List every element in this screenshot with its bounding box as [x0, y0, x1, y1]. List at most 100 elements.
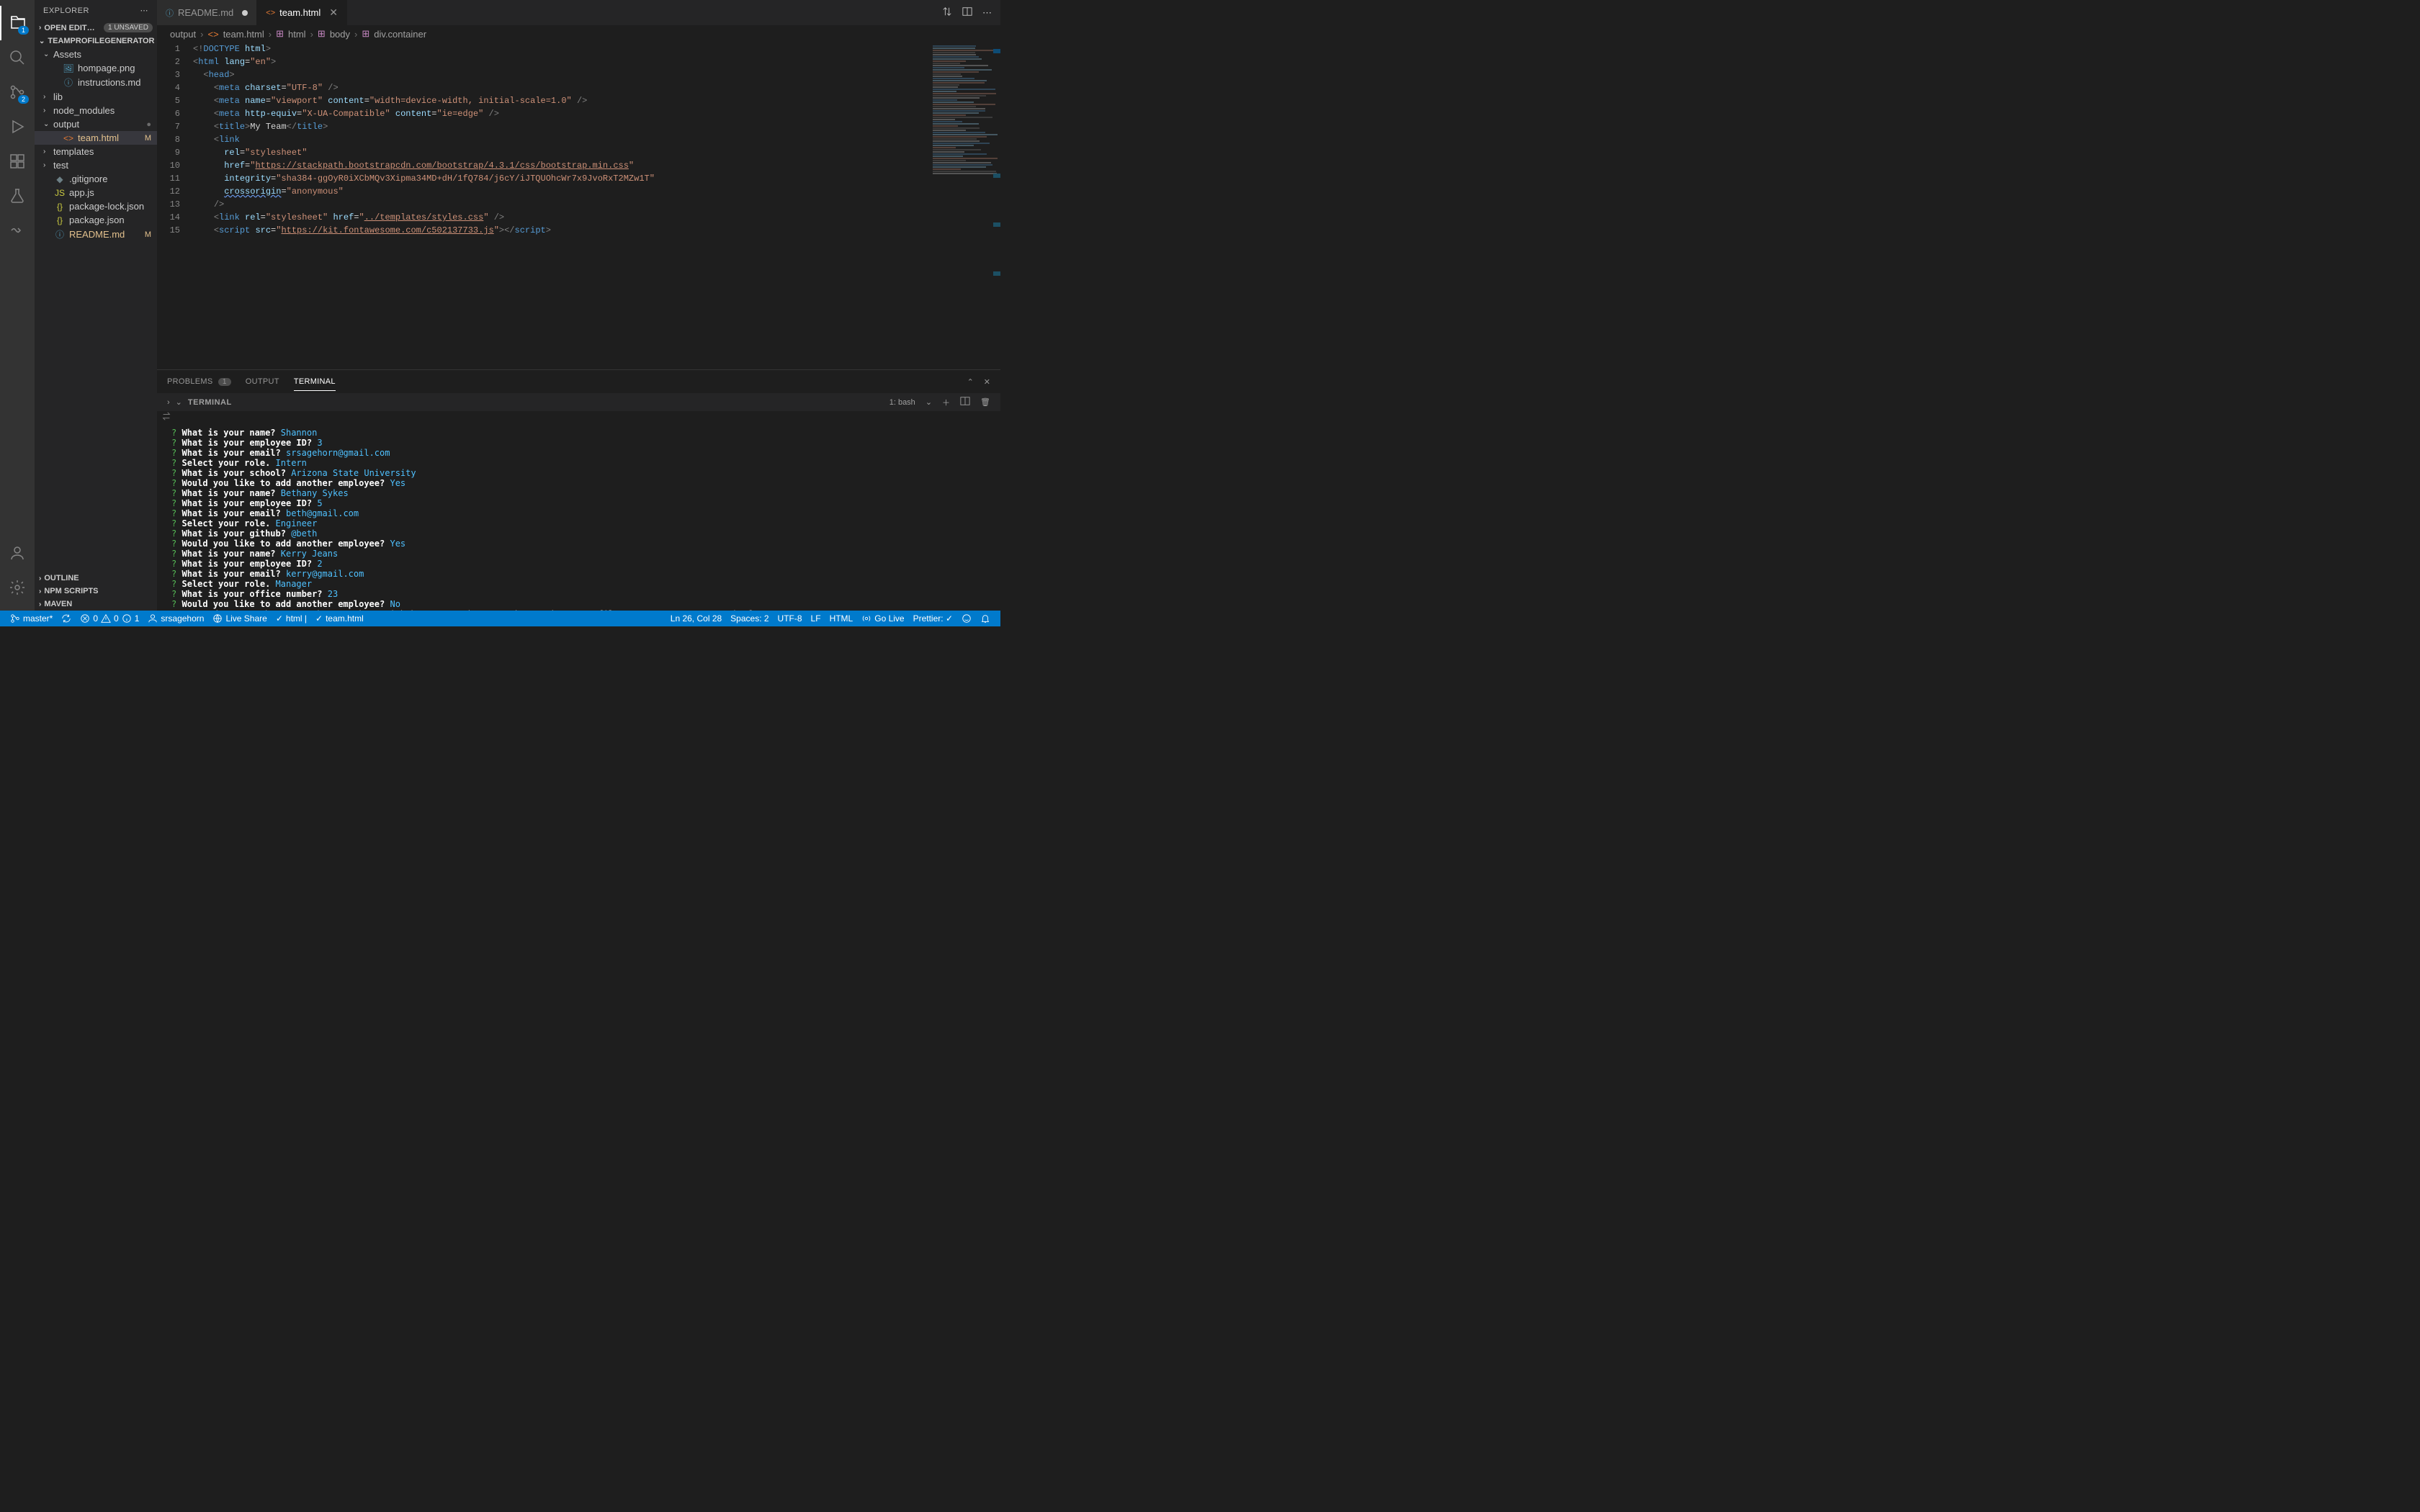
panel-maximize-icon[interactable]: ⌃ — [967, 377, 974, 387]
new-terminal-icon[interactable]: ＋ — [942, 397, 950, 408]
account-icon[interactable] — [0, 536, 35, 570]
feedback-icon[interactable] — [957, 613, 976, 624]
git-status: M — [145, 134, 151, 143]
tab-problems[interactable]: PROBLEMS 1 — [167, 373, 231, 390]
file-item[interactable]: <>team.htmlM — [35, 131, 157, 145]
chevron-right-icon: › — [39, 588, 41, 595]
split-terminal-icon[interactable] — [960, 396, 970, 408]
open-editors-label: OPEN EDIT… — [44, 24, 94, 32]
folder-item[interactable]: ›lib — [35, 90, 157, 104]
editor-tabs: ⓘREADME.md<>team.html✕ ⋯ — [157, 0, 1000, 25]
outline-header[interactable]: › OUTLINE — [35, 572, 157, 585]
chevron-right-icon: › — [43, 107, 53, 114]
panel-close-icon[interactable]: ✕ — [984, 377, 990, 387]
check-html[interactable]: ✓ html | — [272, 611, 311, 626]
live-share-label: Live Share — [225, 613, 266, 624]
split-icon[interactable] — [962, 6, 972, 19]
close-icon[interactable]: ✕ — [329, 6, 338, 19]
tree-label: node_modules — [53, 105, 115, 116]
more-icon[interactable]: ⋯ — [982, 7, 992, 19]
chevron-down-icon: ⌄ — [43, 120, 53, 128]
activity-bar: 1 2 — [0, 0, 35, 611]
crumb[interactable]: output — [170, 29, 196, 40]
crumb[interactable]: team.html — [223, 29, 264, 40]
language-mode[interactable]: HTML — [825, 613, 858, 624]
user-indicator[interactable]: srsagehorn — [143, 611, 208, 626]
file-item[interactable]: ◆.gitignore — [35, 172, 157, 186]
go-live[interactable]: Go Live — [857, 613, 908, 624]
app-root: 1 2 — [0, 0, 1000, 626]
tab-output[interactable]: OUTPUT — [246, 373, 279, 390]
bottom-panel: PROBLEMS 1 OUTPUT TERMINAL ⌃ ✕ › ⌄ TERMI… — [157, 369, 1000, 611]
file-item[interactable]: 🖼hompage.png — [35, 61, 157, 75]
settings-icon[interactable] — [0, 570, 35, 605]
diagnostics[interactable]: 0 0 1 — [76, 611, 143, 626]
chevron-down-icon[interactable]: ⌄ — [926, 397, 932, 407]
tree-label: Assets — [53, 49, 81, 60]
swap-icon[interactable] — [161, 411, 171, 421]
chevron-right-icon: › — [310, 29, 313, 40]
breadcrumb[interactable]: output › <> team.html › ⊞ html › ⊞ body … — [157, 25, 1000, 42]
search-icon[interactable] — [0, 40, 35, 75]
tree-label: app.js — [69, 187, 94, 198]
terminal-header: › ⌄ TERMINAL 1: bash ⌄ ＋ 🗑 — [157, 393, 1000, 411]
editor-tab[interactable]: <>team.html✕ — [257, 0, 347, 25]
npm-scripts-header[interactable]: › NPM SCRIPTS — [35, 585, 157, 598]
panel-tabs: PROBLEMS 1 OUTPUT TERMINAL ⌃ ✕ — [157, 370, 1000, 393]
branch-indicator[interactable]: master* — [6, 611, 57, 626]
tab-terminal[interactable]: TERMINAL — [294, 373, 336, 391]
file-item[interactable]: ⓘREADME.mdM — [35, 227, 157, 242]
file-item[interactable]: JSapp.js — [35, 186, 157, 199]
bell-icon[interactable] — [976, 613, 995, 624]
folder-item[interactable]: ›node_modules — [35, 104, 157, 117]
maven-header[interactable]: › MAVEN — [35, 598, 157, 611]
element-icon: ⊞ — [318, 28, 326, 40]
live-share[interactable]: Live Share — [208, 611, 271, 626]
crumb[interactable]: div.container — [374, 29, 426, 40]
crumb[interactable]: body — [330, 29, 350, 40]
project-header[interactable]: ⌄ TEAMPROFILEGENERATOR — [35, 35, 157, 48]
editor-tab[interactable]: ⓘREADME.md — [157, 0, 257, 25]
code-editor[interactable]: 123456789101112131415 <!DOCTYPE html><ht… — [157, 42, 921, 369]
editor-area: ⓘREADME.md<>team.html✕ ⋯ output › <> tea… — [157, 0, 1000, 611]
tree-label: team.html — [78, 132, 119, 143]
file-item[interactable]: {}package.json — [35, 213, 157, 227]
eol[interactable]: LF — [807, 613, 825, 624]
share-icon[interactable] — [0, 213, 35, 248]
sidebar: EXPLORER ⋯ › OPEN EDIT… 1 UNSAVED ⌄ TEAM… — [35, 0, 157, 611]
crumb[interactable]: html — [288, 29, 306, 40]
file-item[interactable]: {}package-lock.json — [35, 199, 157, 213]
debug-icon[interactable] — [0, 109, 35, 144]
tree-label: package-lock.json — [69, 201, 144, 212]
compare-icon[interactable] — [942, 6, 952, 19]
project-name: TEAMPROFILEGENERATOR — [48, 37, 154, 45]
chevron-right-icon: › — [43, 161, 53, 169]
cursor-position[interactable]: Ln 26, Col 28 — [666, 613, 726, 624]
sync-button[interactable] — [57, 611, 76, 626]
extensions-icon[interactable] — [0, 144, 35, 179]
chevron-down-icon: ⌄ — [39, 37, 45, 45]
flask-icon[interactable] — [0, 179, 35, 213]
indentation[interactable]: Spaces: 2 — [726, 613, 773, 624]
folder-item[interactable]: ⌄output● — [35, 117, 157, 131]
prettier[interactable]: Prettier: ✓ — [909, 613, 957, 624]
shell-selector[interactable]: 1: bash — [889, 398, 915, 407]
chevron-right-icon: › — [39, 575, 41, 582]
more-icon[interactable]: ⋯ — [140, 6, 149, 15]
folder-item[interactable]: ⌄Assets — [35, 48, 157, 61]
terminal-output[interactable]: ? What is your name? Shannon? What is yo… — [157, 423, 1000, 611]
folder-item[interactable]: ›test — [35, 158, 157, 172]
explorer-icon[interactable]: 1 — [0, 6, 35, 40]
error-count: 0 — [93, 613, 98, 624]
unsaved-badge: 1 UNSAVED — [104, 23, 153, 32]
check-team[interactable]: ✓ team.html — [311, 611, 368, 626]
folder-item[interactable]: ›templates — [35, 145, 157, 158]
scm-icon[interactable]: 2 — [0, 75, 35, 109]
minimap[interactable] — [921, 42, 1000, 369]
encoding[interactable]: UTF-8 — [774, 613, 807, 624]
file-item[interactable]: ⓘinstructions.md — [35, 75, 157, 90]
open-editors-header[interactable]: › OPEN EDIT… 1 UNSAVED — [35, 21, 157, 35]
tree-label: package.json — [69, 215, 125, 225]
kill-terminal-icon[interactable]: 🗑 — [980, 397, 990, 407]
code-lines[interactable]: <!DOCTYPE html><html lang="en"> <head> <… — [193, 42, 921, 369]
